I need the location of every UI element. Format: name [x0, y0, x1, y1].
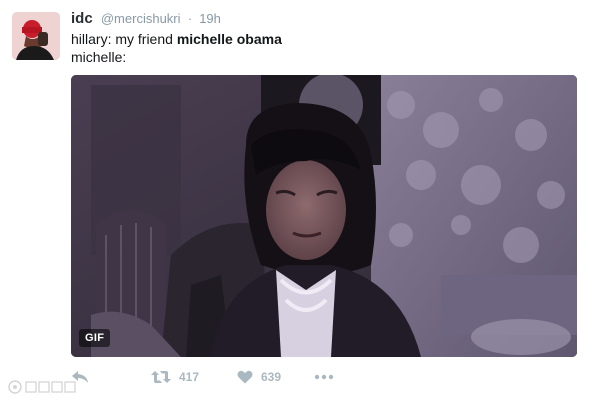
more-options-button[interactable]: [314, 370, 334, 384]
gif-badge: GIF: [79, 329, 111, 347]
retweet-icon: [151, 370, 171, 384]
watermark-logo: [6, 378, 86, 396]
tweet-header: idc @mercishukri · 19h: [71, 10, 221, 28]
like-count: 639: [261, 370, 282, 384]
tweet-text-line-1: hillary: my friend michelle obama: [71, 30, 571, 48]
tweet-text-prefix: hillary: my friend: [71, 31, 177, 47]
timestamp[interactable]: 19h: [199, 11, 221, 26]
tweet-card: idc @mercishukri · 19h hillary: my frien…: [0, 0, 590, 400]
gif-media[interactable]: GIF: [71, 75, 577, 357]
display-name[interactable]: idc: [71, 10, 93, 27]
retweet-count: 417: [179, 370, 200, 384]
separator-dot: ·: [187, 11, 193, 26]
retweet-button[interactable]: 417: [151, 370, 199, 384]
tweet-text-bold: michelle obama: [176, 31, 282, 47]
user-handle[interactable]: @mercishukri: [101, 11, 181, 26]
tweet-text: hillary: my friend michelle obama michel…: [71, 30, 571, 66]
heart-icon: [237, 370, 253, 384]
gif-frame-image: [71, 75, 577, 357]
like-button[interactable]: 639: [237, 370, 281, 384]
avatar[interactable]: [12, 12, 60, 60]
tweet-actions: 417 639: [71, 368, 371, 390]
tweet-text-line-2: michelle:: [71, 49, 127, 65]
more-icon: [314, 370, 334, 384]
